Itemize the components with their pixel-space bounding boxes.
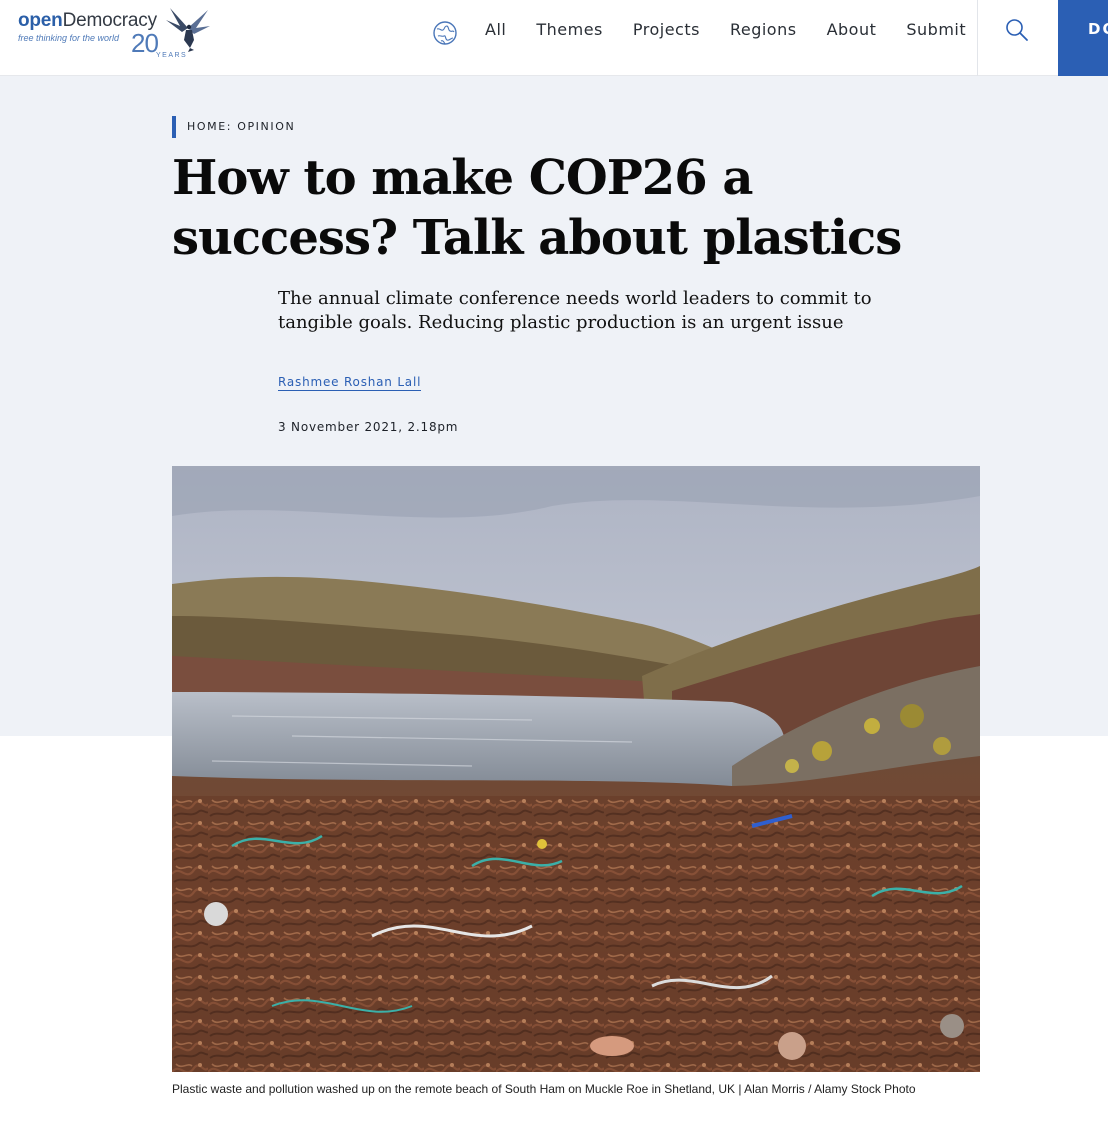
article-headline: How to make COP26 a success? Talk about … xyxy=(172,150,902,266)
site-header: openDemocracy free thinking for the worl… xyxy=(0,0,1108,76)
logo-tagline: free thinking for the world xyxy=(18,33,120,43)
author-link[interactable]: Rashmee Roshan Lall xyxy=(278,375,422,391)
beach-photo xyxy=(172,466,980,1072)
logo-word-open: open xyxy=(18,10,63,31)
logo-anniversary-number: 20 xyxy=(131,28,159,58)
article-standfirst: The annual climate conference needs worl… xyxy=(278,288,872,333)
nav-item-submit[interactable]: Submit xyxy=(906,20,966,42)
nav-item-projects[interactable]: Projects xyxy=(633,20,700,42)
nav-item-about[interactable]: About xyxy=(827,20,877,42)
nav-item-themes[interactable]: Themes xyxy=(536,20,603,42)
article-hero-image xyxy=(172,466,980,1072)
breadcrumb-separator: : xyxy=(226,120,238,133)
nav-item-all[interactable]: All xyxy=(485,20,506,42)
site-logo[interactable]: openDemocracy free thinking for the worl… xyxy=(18,6,218,66)
donate-button[interactable]: DONATE xyxy=(1058,0,1108,76)
globe-icon[interactable] xyxy=(432,20,458,46)
breadcrumb-section-link[interactable]: OPINION xyxy=(237,120,295,133)
logo-bird-icon xyxy=(166,8,210,52)
breadcrumb-home-link[interactable]: HOME xyxy=(187,120,227,133)
main-nav: All Themes Projects Regions About Submit xyxy=(485,20,996,42)
publication-date: 3 November 2021, 2.18pm xyxy=(278,420,459,434)
search-icon[interactable] xyxy=(1004,17,1030,43)
image-caption: Plastic waste and pollution washed up on… xyxy=(172,1082,916,1096)
header-divider xyxy=(977,0,978,76)
logo-anniversary-label: YEARS xyxy=(156,52,188,59)
nav-item-regions[interactable]: Regions xyxy=(730,20,797,42)
breadcrumb: HOME: OPINION xyxy=(172,116,295,138)
